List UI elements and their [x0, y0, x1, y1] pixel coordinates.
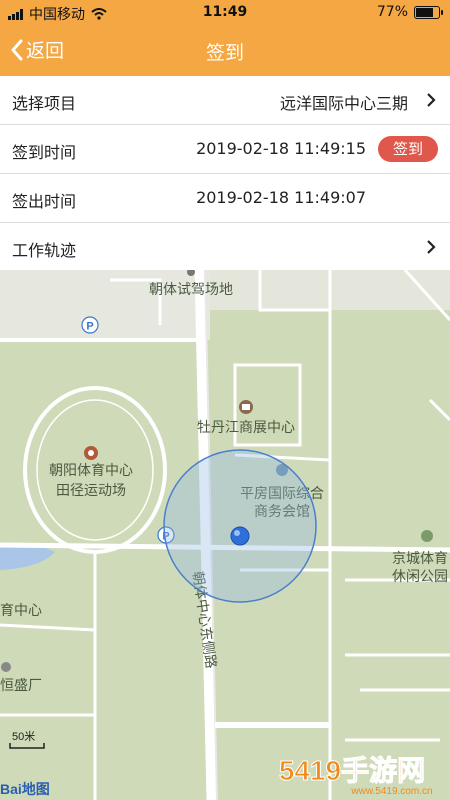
status-right: 77%	[376, 4, 443, 20]
checkout-time-value: 2019-02-18 11:49:07	[196, 188, 366, 207]
map-canvas: P P 朝体试驾场地 牡丹江商展中心 朝阳体育中心 田径运动场 平房国际综合 商…	[0, 270, 450, 800]
scale-label: 50米	[12, 730, 35, 743]
chevron-right-icon	[427, 93, 436, 107]
sports-icon	[84, 446, 98, 460]
nav-bar: 返回 签到	[0, 26, 450, 76]
page-title: 签到	[205, 42, 244, 64]
checkout-time-row: 签出时间 2019-02-18 11:49:07	[0, 174, 450, 223]
work-track-row[interactable]: 工作轨迹	[0, 223, 450, 272]
checkin-time-label: 签到时间	[12, 143, 77, 162]
parking-icon: P	[81, 316, 99, 334]
checkout-time-label: 签出时间	[12, 192, 77, 211]
poi-marker-icon	[1, 662, 11, 672]
select-project-row[interactable]: 选择项目 远洋国际中心三期	[0, 76, 450, 125]
current-location-icon	[230, 526, 250, 546]
watermark-url: www.5419.com.cn	[350, 786, 432, 797]
checkin-button[interactable]: 签到	[378, 136, 438, 162]
select-project-value: 远洋国际中心三期	[279, 94, 408, 113]
battery-icon	[414, 5, 443, 19]
svg-text:P: P	[86, 321, 93, 333]
map-label-sports-center: 育中心	[0, 602, 42, 618]
baidu-logo: Bai地图	[0, 781, 50, 797]
park-icon	[421, 530, 433, 542]
watermark-text: 5419手游网	[279, 755, 425, 786]
map-label-stadium-2: 田径运动场	[56, 482, 126, 498]
map-label-driving-school: 朝体试驾场地	[149, 281, 233, 297]
map-label-park-1: 京城体育	[392, 550, 448, 566]
chevron-right-icon	[427, 240, 436, 254]
status-bar: 中国移动 11:49 77%	[0, 0, 450, 26]
checkin-time-row: 签到时间 2019-02-18 11:49:15 签到	[0, 125, 450, 174]
select-project-label: 选择项目	[12, 94, 77, 113]
map-label-exhibition: 牡丹江商展中心	[197, 419, 295, 435]
form-list: 选择项目 远洋国际中心三期 签到时间 2019-02-18 11:49:15 签…	[0, 76, 450, 272]
location-accuracy-circle	[163, 449, 317, 603]
map-logo-text: Bai地图	[0, 781, 50, 797]
map-label-park-2: 休闲公园	[392, 568, 448, 584]
work-track-label: 工作轨迹	[12, 241, 77, 260]
map-label-factory: 恒盛厂	[0, 677, 42, 693]
battery-level	[416, 7, 433, 17]
map-label-stadium-1: 朝阳体育中心	[49, 462, 133, 478]
battery-percent: 77%	[376, 4, 408, 20]
map-view[interactable]: P P 朝体试驾场地 牡丹江商展中心 朝阳体育中心 田径运动场 平房国际综合 商…	[0, 270, 450, 800]
museum-icon	[239, 400, 253, 414]
checkin-time-value: 2019-02-18 11:49:15	[196, 139, 366, 158]
